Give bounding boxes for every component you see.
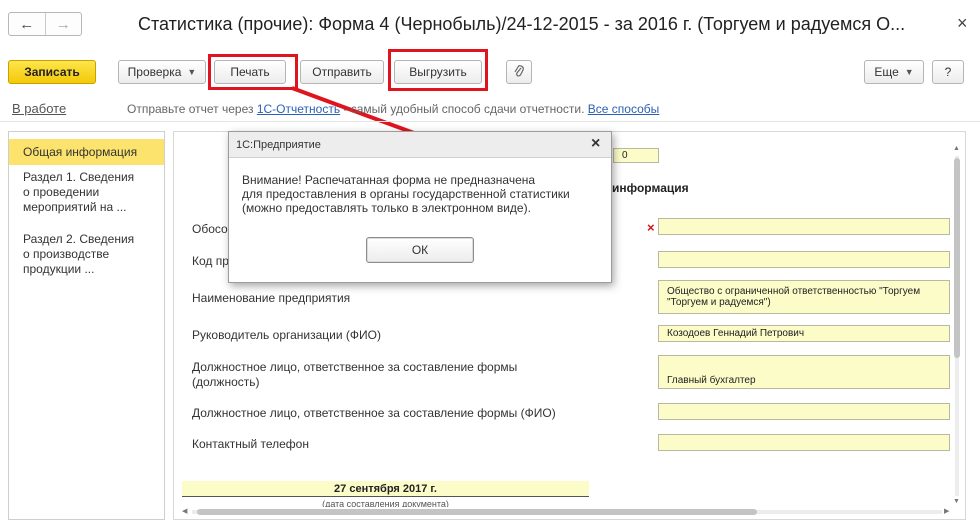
official-position-label: Должностное лицо, ответственное за соста… bbox=[192, 360, 517, 390]
official-name-field[interactable] bbox=[658, 403, 950, 420]
enterprise-code-field[interactable] bbox=[658, 251, 950, 268]
official-position-line: (должность) bbox=[192, 375, 260, 389]
1c-reporting-link[interactable]: 1С-Отчетность bbox=[257, 102, 340, 116]
enterprise-name-label: Наименование предприятия bbox=[192, 291, 351, 305]
contact-phone-label: Контактный телефон bbox=[192, 437, 309, 451]
sections-sidebar: Общая информация Раздел 1. Сведения о пр… bbox=[8, 131, 165, 520]
status-link[interactable]: В работе bbox=[12, 101, 66, 116]
info-text-1: Отправьте отчет через bbox=[127, 102, 257, 116]
sidebar-item-line: Раздел 2. Сведения bbox=[23, 232, 135, 246]
enterprise-name-line: Общество с ограниченной ответственностью… bbox=[667, 286, 921, 297]
report-date-caption: (дата составления документа) bbox=[322, 499, 449, 507]
close-icon[interactable]: × bbox=[591, 135, 600, 153]
scroll-up-icon[interactable]: ▲ bbox=[953, 145, 960, 152]
dialog-message: Внимание! Распечатанная форма не предназ… bbox=[242, 173, 602, 215]
warning-dialog: 1С:Предприятие × Внимание! Распечатанная… bbox=[228, 131, 612, 283]
official-position-line: Должностное лицо, ответственное за соста… bbox=[192, 360, 518, 374]
scroll-thumb[interactable] bbox=[197, 509, 757, 515]
horizontal-scrollbar[interactable]: ◀ ▶ bbox=[182, 507, 952, 517]
official-position-field[interactable]: Главный бухгалтер bbox=[658, 355, 950, 389]
section-heading: информация bbox=[612, 181, 689, 195]
vertical-scrollbar[interactable]: ▲ ▼ bbox=[951, 145, 963, 506]
sidebar-item-line: о производстве bbox=[23, 247, 110, 261]
dialog-message-line: (можно предоставлять только в электронно… bbox=[242, 201, 531, 215]
scroll-right-icon[interactable]: ▶ bbox=[944, 507, 949, 515]
info-text-2: - самый удобный способ сдачи отчетности. bbox=[340, 102, 588, 116]
dialog-title: 1С:Предприятие bbox=[236, 139, 321, 151]
separate-division-label: Обосо bbox=[192, 222, 228, 236]
scroll-down-icon[interactable]: ▼ bbox=[953, 498, 960, 505]
reporting-info: Отправьте отчет через 1С-Отчетность - са… bbox=[127, 102, 659, 116]
contact-phone-field[interactable] bbox=[658, 434, 950, 451]
director-field[interactable]: Козодоев Геннадий Петрович bbox=[658, 325, 950, 342]
required-field-icon: × bbox=[647, 220, 655, 235]
official-name-label: Должностное лицо, ответственное за соста… bbox=[192, 406, 556, 420]
report-date-field[interactable]: 27 сентября 2017 г. bbox=[182, 481, 589, 497]
top-value-field[interactable]: 0 bbox=[613, 148, 659, 163]
all-methods-link[interactable]: Все способы bbox=[588, 102, 660, 116]
sidebar-item-section-2[interactable]: Раздел 2. Сведения о производстве продук… bbox=[9, 232, 164, 277]
sidebar-item-line: Раздел 1. Сведения bbox=[23, 170, 135, 184]
separate-division-field[interactable] bbox=[658, 218, 950, 235]
enterprise-name-field[interactable]: Общество с ограниченной ответственностью… bbox=[658, 280, 950, 314]
sidebar-item-line: о проведении bbox=[23, 185, 100, 199]
sidebar-item-line: мероприятий на ... bbox=[23, 200, 127, 214]
divider bbox=[0, 121, 980, 122]
sidebar-item-section-1[interactable]: Раздел 1. Сведения о проведении мероприя… bbox=[9, 170, 164, 215]
ok-button[interactable]: ОК bbox=[366, 237, 474, 263]
scroll-thumb[interactable] bbox=[954, 158, 960, 358]
scroll-left-icon[interactable]: ◀ bbox=[182, 507, 187, 515]
dialog-message-line: Внимание! Распечатанная форма не предназ… bbox=[242, 173, 536, 187]
sidebar-item-line: продукции ... bbox=[23, 262, 95, 276]
enterprise-name-line: "Торгуем и радуемся") bbox=[667, 297, 771, 308]
dialog-message-line: для предоставления в органы государствен… bbox=[242, 187, 570, 201]
enterprise-code-label: Код пр bbox=[192, 254, 229, 268]
director-label: Руководитель организации (ФИО) bbox=[192, 328, 381, 342]
sidebar-item-general-info[interactable]: Общая информация bbox=[9, 139, 164, 165]
dialog-header: 1С:Предприятие × bbox=[229, 132, 611, 158]
